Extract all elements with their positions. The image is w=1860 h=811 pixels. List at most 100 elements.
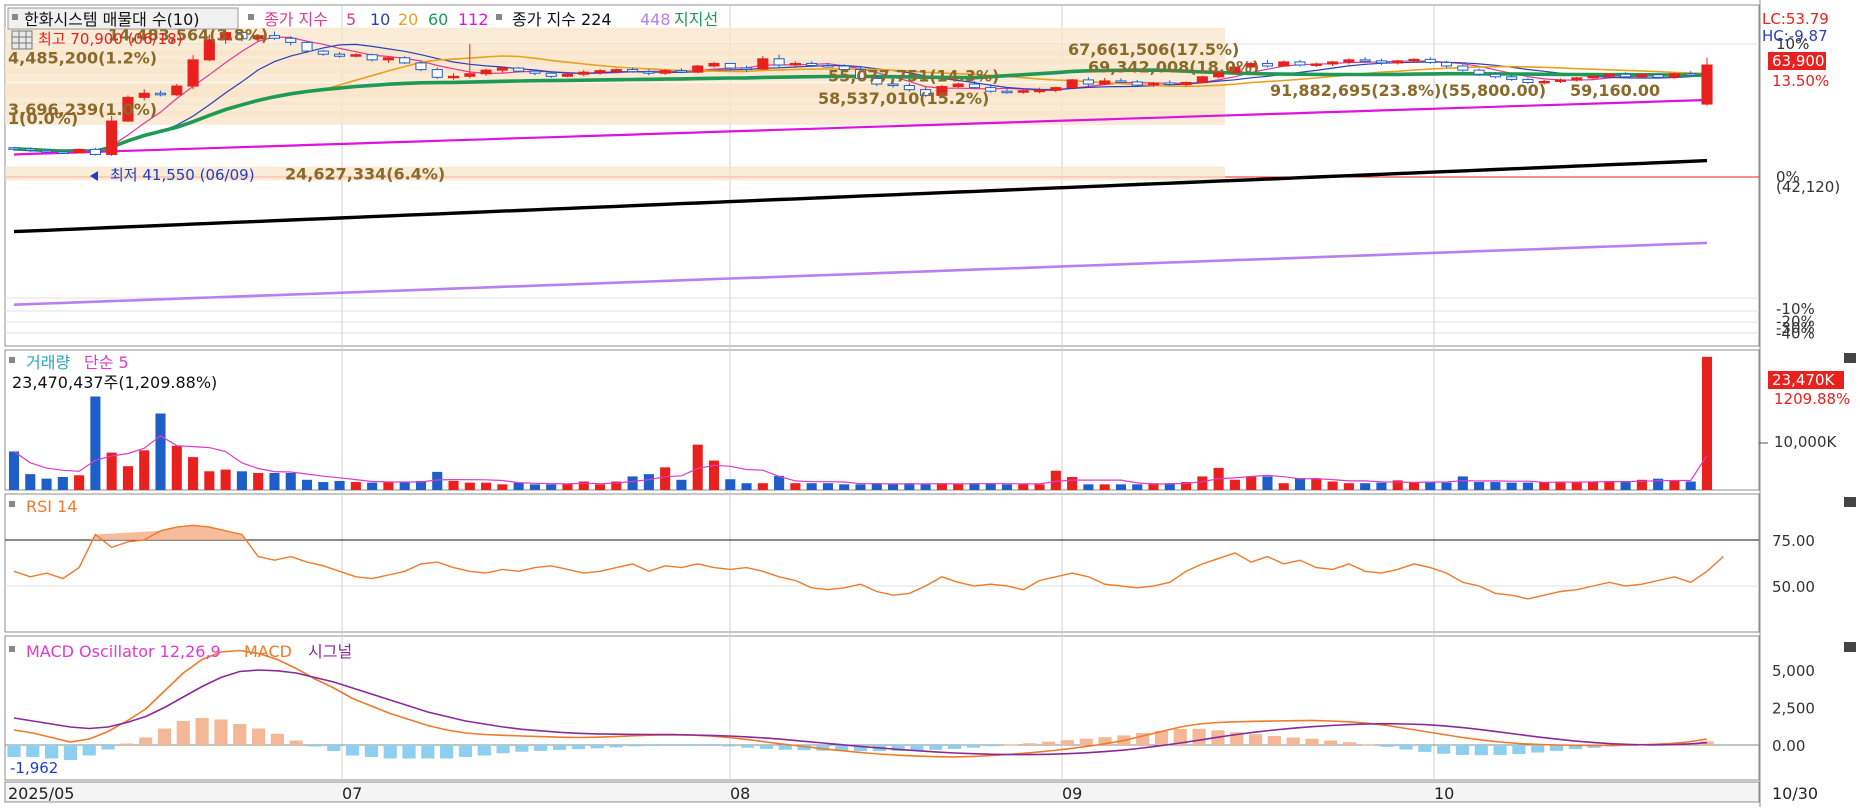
candle-body [382, 57, 394, 61]
legend-ma60: 60 [428, 10, 448, 29]
current-change: 13.50% [1772, 72, 1829, 90]
candle-body [789, 62, 801, 66]
volume-current: 23,470,437주(1,209.88%) [12, 373, 217, 392]
candle-body [1587, 75, 1599, 79]
macd-oscillator-bar [1286, 737, 1300, 745]
volume-bar [953, 484, 964, 490]
volume-profile-label: 59,160.00 [1570, 81, 1660, 100]
macd-oscillator-bar [327, 745, 341, 751]
stock-chart: 14,483,564(3.8%) 67,661,506(17.5%) 4,485,2… [0, 0, 1860, 807]
macd-oscillator-bar [703, 745, 717, 746]
hc-label: HC:-9.87 [1762, 27, 1828, 45]
macd-panel-close-icon[interactable] [1844, 642, 1856, 652]
candle-body [301, 41, 313, 52]
legend-ma-label[interactable]: 종가 지수 [264, 10, 328, 29]
macd-oscillator-bar [45, 745, 59, 759]
macd-oscillator-bar [101, 745, 115, 750]
candle-body [8, 147, 20, 150]
candle-body [1603, 73, 1615, 77]
legend-title[interactable]: 한화시스템 매물대 수(10) [24, 10, 200, 29]
volume-bar [1408, 482, 1420, 490]
candle-body [1359, 59, 1371, 62]
macd-oscillator-bar [1324, 740, 1338, 745]
candle-body [1636, 74, 1648, 78]
legend-support[interactable]: 지지선 [674, 10, 718, 29]
macd-oscillator-bar [1380, 745, 1394, 747]
volume-bar [1018, 484, 1029, 490]
macd-oscillator-bar [1474, 745, 1488, 756]
volume-profile-label: 4,485,200(1.2%) [8, 48, 157, 67]
volume-bar [676, 479, 687, 490]
macd-oscillator-bar [966, 745, 980, 748]
volume-bar [139, 450, 150, 490]
legend-ma112: 112 [458, 10, 489, 29]
candle-body [1017, 90, 1029, 93]
volume-bar [790, 483, 801, 490]
candle-body [545, 72, 557, 77]
macd-oscillator-bar [534, 745, 548, 751]
volume-bar [1571, 481, 1582, 490]
volume-bar [1506, 482, 1517, 490]
volume-bar [627, 476, 638, 490]
legend-ma224[interactable]: 종가 지수 224 [512, 10, 612, 29]
macd-oscillator-bar [1512, 745, 1526, 754]
legend-bullet-icon [9, 501, 15, 507]
macd-oscillator-bar [233, 724, 247, 745]
candle-body [610, 69, 622, 72]
macd-osc-legend[interactable]: MACD Oscillator 12,26,9 [26, 642, 221, 661]
candle-body [447, 75, 460, 79]
volume-bar [888, 484, 899, 490]
candle-body [773, 58, 785, 66]
volume-profile-label: 91,882,695(23.8%)(55,800.00) [1270, 81, 1546, 100]
rsi-panel-close-icon[interactable] [1844, 497, 1856, 507]
macd-oscillator-bar [515, 745, 529, 752]
volume-profile-label: 69,342,008(18.0%) [1088, 58, 1259, 77]
candle-body [285, 37, 297, 43]
rsi-legend[interactable]: RSI 14 [26, 497, 77, 516]
candle-body [1147, 82, 1160, 86]
price-scale-label: (42,120) [1776, 178, 1840, 196]
volume-bar [546, 484, 557, 490]
volume-bar [236, 471, 247, 490]
macd-oscillator-bar [1079, 738, 1093, 745]
candle-body [73, 148, 85, 154]
legend-bullet-icon [496, 14, 502, 20]
volume-bar [171, 445, 182, 490]
candle-body [1164, 82, 1176, 86]
volume-bar [1490, 482, 1501, 490]
volume-bar [1262, 476, 1273, 490]
legend-ma448: 448 [640, 10, 671, 29]
macd-oscillator-bar [458, 745, 473, 757]
signal-legend[interactable]: 시그널 [308, 642, 352, 661]
x-axis-label-sep: 09 [1062, 784, 1082, 803]
volume-bar [41, 478, 52, 490]
volume-panel[interactable] [4, 349, 1760, 491]
candle-body [594, 70, 606, 73]
volume-bar [448, 480, 459, 490]
volume-panel-close-icon[interactable] [1844, 353, 1856, 363]
rsi-panel[interactable] [4, 493, 1760, 633]
candle-body [89, 148, 101, 155]
macd-oscillator-bar [590, 745, 604, 749]
candle-body [57, 151, 69, 154]
macd-oscillator-bar [1418, 745, 1432, 752]
candle-body [1668, 73, 1680, 78]
volume-bar [1294, 478, 1306, 490]
price-scale-label: -40% [1776, 324, 1815, 342]
candle-body [431, 69, 443, 78]
macd-oscillator-bar [477, 745, 491, 756]
current-price: 63,900 [1772, 52, 1825, 70]
volume-ma-legend[interactable]: 단순 5 [84, 353, 129, 372]
candle-body [529, 70, 541, 74]
candle-body [1327, 61, 1339, 65]
volume-profile-label: 55,077,751(14.3%) [828, 66, 999, 85]
macd-oscillator-bar [628, 745, 642, 747]
volume-legend[interactable]: 거래량 [26, 353, 70, 372]
grid-table-icon[interactable] [11, 30, 33, 50]
volume-bar [513, 482, 524, 490]
macd-oscillator-bar [571, 745, 585, 750]
macd-oscillator-bar [741, 745, 755, 748]
macd-oscillator-bar [139, 737, 153, 745]
macd-oscillator-bar [251, 728, 266, 745]
macd-legend[interactable]: MACD [244, 642, 292, 661]
